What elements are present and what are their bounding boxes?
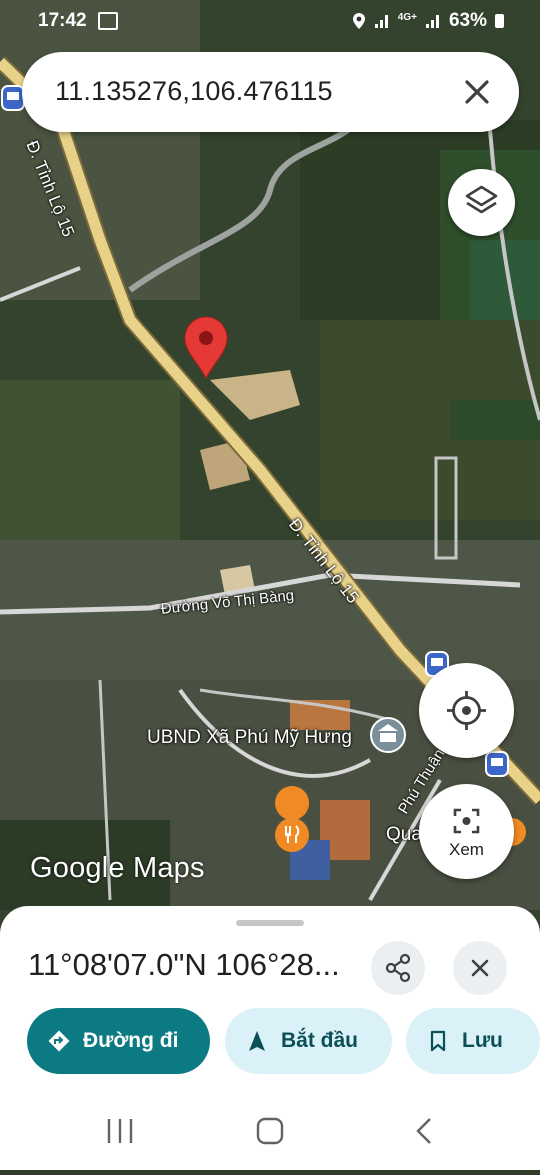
network-type: 4G+ bbox=[397, 11, 417, 23]
system-nav-bar bbox=[0, 1092, 540, 1170]
save-button[interactable]: Lưu bbox=[406, 1008, 540, 1074]
layers-icon bbox=[465, 185, 498, 214]
directions-button[interactable]: Đường đi bbox=[27, 1008, 210, 1074]
save-label: Lưu bbox=[462, 1029, 503, 1052]
directions-label: Đường đi bbox=[83, 1029, 179, 1052]
status-time: 17:42 bbox=[38, 10, 87, 31]
signal-icon bbox=[374, 15, 388, 28]
signal-icon bbox=[425, 15, 439, 28]
battery-percent: 63% bbox=[448, 10, 487, 31]
share-button[interactable] bbox=[371, 941, 425, 995]
government-building-icon bbox=[370, 717, 406, 753]
start-label: Bắt đầu bbox=[281, 1029, 359, 1052]
share-icon bbox=[385, 953, 411, 983]
my-location-button[interactable] bbox=[419, 663, 514, 758]
navigation-arrow-icon bbox=[249, 1031, 265, 1051]
layers-button[interactable] bbox=[448, 169, 515, 236]
place-label[interactable]: UBND Xã Phú Mỹ Hưng bbox=[147, 727, 352, 749]
directions-icon bbox=[48, 1030, 70, 1052]
bus-stop-icon bbox=[1, 85, 25, 111]
location-icon bbox=[352, 13, 365, 29]
drag-handle[interactable] bbox=[236, 920, 304, 926]
close-sheet-button[interactable] bbox=[453, 941, 507, 995]
home-icon[interactable] bbox=[256, 1117, 284, 1145]
search-box[interactable]: 11.135276,106.476115 bbox=[22, 52, 519, 132]
recent-apps-icon[interactable] bbox=[107, 1119, 133, 1143]
back-icon[interactable] bbox=[416, 1118, 431, 1144]
view-label: Xem bbox=[449, 840, 484, 859]
start-navigation-button[interactable]: Bắt đầu bbox=[225, 1008, 392, 1074]
search-query[interactable]: 11.135276,106.476115 bbox=[55, 76, 333, 107]
crosshair-icon bbox=[447, 691, 486, 730]
status-bar: 17:42 4G+ 63% bbox=[0, 0, 540, 42]
image-notification-icon bbox=[98, 12, 118, 30]
battery-icon bbox=[495, 14, 504, 28]
google-maps-logo: Google Maps bbox=[30, 852, 205, 884]
view-camera-button[interactable]: Xem bbox=[419, 784, 514, 879]
close-icon[interactable] bbox=[457, 72, 497, 112]
close-icon bbox=[471, 959, 489, 977]
place-label[interactable]: Qua bbox=[386, 824, 422, 846]
bookmark-icon bbox=[430, 1030, 446, 1052]
coordinates-title: 11°08'07.0"N 106°28... bbox=[28, 947, 340, 982]
